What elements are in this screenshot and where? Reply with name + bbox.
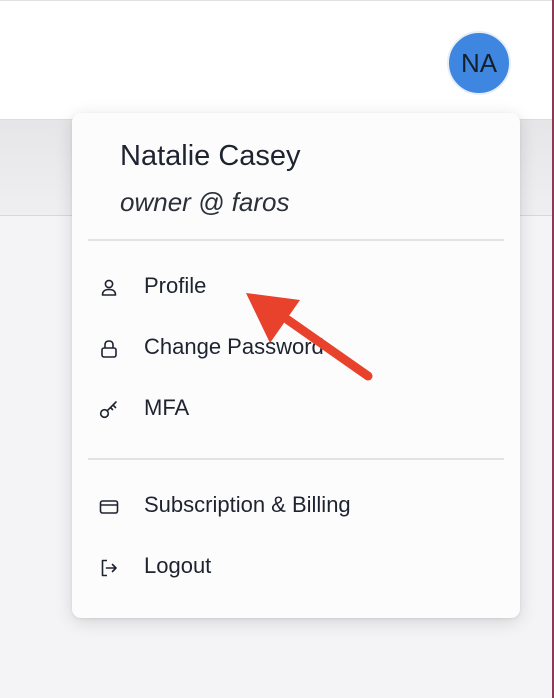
- credit-card-icon: [99, 500, 119, 514]
- user-name: Natalie Casey: [120, 140, 301, 172]
- user-role: owner @ faros: [120, 187, 290, 217]
- menu-item-label: Logout: [144, 553, 212, 578]
- user-avatar-button[interactable]: NA: [447, 31, 511, 95]
- menu-item-logout[interactable]: Logout: [72, 540, 520, 596]
- menu-item-label: Subscription & Billing: [144, 492, 351, 517]
- user-dropdown-menu: Natalie Casey owner @ faros Profile Chan…: [72, 113, 520, 618]
- user-icon: [101, 279, 117, 296]
- menu-item-mfa[interactable]: MFA: [72, 382, 520, 438]
- menu-item-label: Change Password: [144, 334, 324, 359]
- menu-item-profile[interactable]: Profile: [72, 260, 520, 316]
- menu-item-subscription-billing[interactable]: Subscription & Billing: [72, 479, 520, 535]
- menu-divider: [88, 239, 504, 241]
- menu-item-label: Profile: [144, 273, 207, 298]
- menu-divider: [88, 458, 504, 460]
- top-header: NA: [0, 0, 552, 120]
- key-icon: [99, 401, 117, 419]
- lock-icon: [101, 340, 117, 358]
- menu-item-label: MFA: [144, 395, 190, 420]
- logout-icon: [101, 559, 117, 577]
- menu-item-change-password[interactable]: Change Password: [72, 321, 520, 377]
